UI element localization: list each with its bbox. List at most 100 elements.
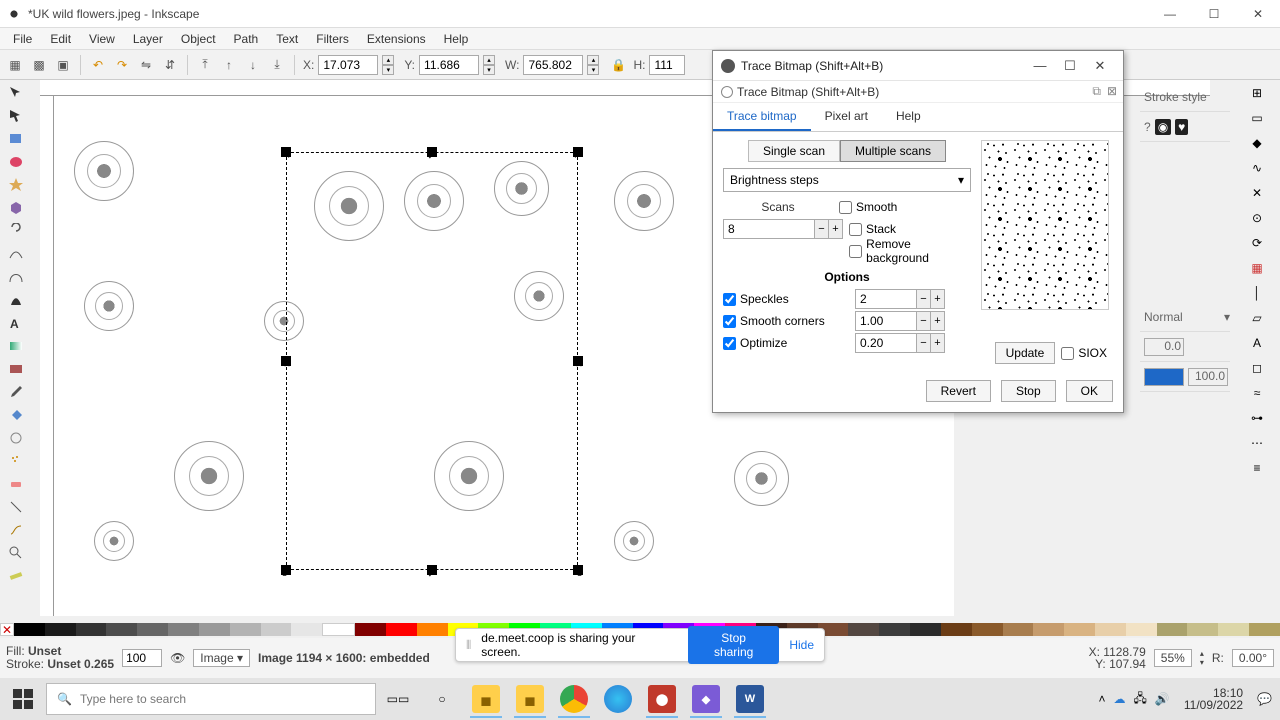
zoom-tool-icon[interactable] [2, 542, 30, 564]
blend-mode-select[interactable]: Normal▾ [1140, 302, 1230, 332]
network-icon[interactable]: 🖧 [1134, 689, 1147, 710]
word-icon[interactable]: W [728, 678, 772, 720]
swatch[interactable] [355, 623, 386, 636]
swatch[interactable] [848, 623, 879, 636]
swatch[interactable] [1218, 623, 1249, 636]
flip-v-icon[interactable]: ⇵ [159, 54, 181, 76]
connector-tool-icon[interactable] [2, 496, 30, 518]
x-input[interactable] [318, 55, 378, 75]
resize-handle[interactable]: ↕ [427, 147, 437, 157]
swatch[interactable] [1064, 623, 1095, 636]
snap-smooth-icon[interactable]: ≈ [1246, 382, 1268, 404]
taskbar-clock[interactable]: 18:10 11/09/2022 [1178, 687, 1249, 711]
snap-grid-icon[interactable]: ▦ [1246, 257, 1268, 279]
stroke-style-tab[interactable]: Stroke style [1140, 82, 1230, 112]
maximize-button[interactable]: ☐ [1192, 0, 1236, 28]
dialog-detach-icon[interactable]: ⧉ [1092, 84, 1101, 99]
method-dropdown[interactable]: Brightness steps▾ [723, 168, 971, 192]
menu-path[interactable]: Path [225, 30, 268, 48]
tweak-tool-icon[interactable] [2, 427, 30, 449]
swatch[interactable] [76, 623, 107, 636]
resize-handle[interactable]: ↖ [281, 147, 291, 157]
zoom-input[interactable]: 55% [1154, 649, 1192, 667]
swatch[interactable] [1157, 623, 1188, 636]
smooth-corners-checkbox[interactable]: Smooth corners [723, 314, 849, 328]
opacity-input[interactable] [122, 649, 162, 667]
single-scan-button[interactable]: Single scan [748, 140, 840, 162]
layer-selector[interactable]: Image ▾ [193, 649, 250, 667]
visibility-icon[interactable]: 👁 [170, 651, 185, 665]
dialog-close-tab-icon[interactable]: ⊠ [1107, 84, 1117, 99]
swatch[interactable] [1126, 623, 1157, 636]
menu-view[interactable]: View [80, 30, 124, 48]
mesh-tool-icon[interactable] [2, 358, 30, 380]
minus-icon[interactable]: − [814, 220, 828, 238]
dialog-titlebar[interactable]: Trace Bitmap (Shift+Alt+B) — ☐ ✕ [713, 51, 1123, 81]
tab-trace-bitmap[interactable]: Trace bitmap [713, 103, 811, 131]
swatch[interactable] [199, 623, 230, 636]
bezier-tool-icon[interactable] [2, 266, 30, 288]
y-spinner[interactable]: ▴▾ [483, 55, 495, 75]
lpe-tool-icon[interactable] [2, 519, 30, 541]
swatch[interactable] [386, 623, 417, 636]
selector-tool-icon[interactable] [2, 82, 30, 104]
volume-icon[interactable]: 🔊 [1155, 692, 1170, 706]
scans-input[interactable]: 8−+ [723, 219, 843, 239]
file-explorer-icon[interactable]: ▅ [464, 678, 508, 720]
w-spinner[interactable]: ▴▾ [587, 55, 599, 75]
notifications-icon[interactable]: 💬 [1257, 692, 1272, 706]
stop-button[interactable]: Stop [1001, 380, 1056, 402]
siox-checkbox[interactable]: SIOX [1061, 346, 1107, 360]
zoom-spinner[interactable]: ▴▾ [1200, 649, 1204, 667]
edge-icon[interactable] [596, 678, 640, 720]
cortana-icon[interactable]: ○ [420, 678, 464, 720]
snap-object-icon[interactable]: ◻ [1246, 357, 1268, 379]
swatch[interactable] [230, 623, 261, 636]
swatch[interactable] [910, 623, 941, 636]
ellipse-tool-icon[interactable] [2, 151, 30, 173]
3dbox-tool-icon[interactable] [2, 197, 30, 219]
rotate-ccw-icon[interactable]: ↶ [87, 54, 109, 76]
swatch[interactable] [1187, 623, 1218, 636]
tab-help[interactable]: Help [882, 103, 935, 131]
gradient-tool-icon[interactable] [2, 335, 30, 357]
snap-align-icon[interactable]: ≡ [1246, 457, 1268, 479]
flip-h-icon[interactable]: ⇋ [135, 54, 157, 76]
speckles-input[interactable]: 2−+ [855, 289, 945, 309]
lower-bottom-icon[interactable]: ⤓ [266, 54, 288, 76]
menu-filters[interactable]: Filters [307, 30, 358, 48]
spiral-tool-icon[interactable] [2, 220, 30, 242]
rect-tool-icon[interactable] [2, 128, 30, 150]
menu-object[interactable]: Object [172, 30, 225, 48]
shield-icon[interactable]: ◉ [1155, 119, 1171, 135]
menu-file[interactable]: File [4, 30, 41, 48]
file-explorer-icon-2[interactable]: ▅ [508, 678, 552, 720]
app-purple-icon[interactable]: ◆ [684, 678, 728, 720]
task-view-icon[interactable]: ▭▭ [376, 678, 420, 720]
minus-icon[interactable]: − [916, 312, 930, 330]
resize-handle[interactable]: ↘ [573, 565, 583, 575]
rotation-input[interactable]: 0.00° [1232, 649, 1274, 667]
tab-pixel-art[interactable]: Pixel art [811, 103, 882, 131]
resize-handle[interactable]: ↗ [573, 147, 583, 157]
minus-icon[interactable]: − [916, 290, 930, 308]
dialog-minimize-button[interactable]: — [1025, 53, 1055, 79]
fill-stroke-indicator[interactable]: Fill: Unset Stroke: Unset 0.265 [6, 645, 114, 671]
help-icon[interactable]: ? [1144, 120, 1151, 134]
snap-text-icon[interactable]: A [1246, 332, 1268, 354]
rotate-cw-icon[interactable]: ↷ [111, 54, 133, 76]
swatch[interactable] [261, 623, 292, 636]
minimize-button[interactable]: — [1148, 0, 1192, 28]
swatch[interactable] [972, 623, 1003, 636]
menu-layer[interactable]: Layer [124, 30, 172, 48]
tool-deselect-icon[interactable]: ▣ [52, 54, 74, 76]
menu-extensions[interactable]: Extensions [358, 30, 435, 48]
swatch[interactable] [1003, 623, 1034, 636]
snap-rotation-icon[interactable]: ⟳ [1246, 232, 1268, 254]
plus-icon[interactable]: + [828, 220, 842, 238]
snap-path-icon[interactable]: ∿ [1246, 157, 1268, 179]
resize-handle[interactable]: ↕ [427, 565, 437, 575]
w-input[interactable] [523, 55, 583, 75]
minus-icon[interactable]: − [916, 334, 930, 352]
resize-handle[interactable]: ↔ [281, 356, 291, 366]
